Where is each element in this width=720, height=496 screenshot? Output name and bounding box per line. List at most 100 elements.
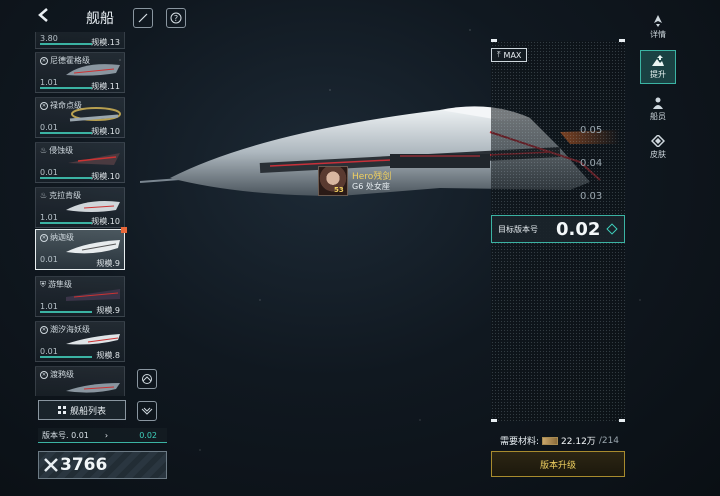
target-version-value: 0.02: [556, 218, 601, 240]
crew-icon: [653, 97, 663, 109]
ship-card[interactable]: ✕ 渡鸦级: [35, 366, 125, 396]
progress-bar: [40, 356, 92, 358]
ship-version: 0.01: [40, 168, 58, 177]
ship-thumbnail: [66, 334, 120, 345]
ship-card[interactable]: ♨ 侵蚀级 0.01 规模.10: [35, 142, 125, 183]
svg-text:?: ?: [174, 14, 178, 23]
flame-icon: ♨: [40, 191, 48, 200]
version-bar: 版本号. 0.01 › 0.02: [38, 428, 167, 443]
combat-power: 3766: [38, 451, 167, 479]
fleet-list-label: 舰船列表: [69, 406, 106, 417]
ship-thumbnail: [66, 383, 120, 393]
tab-upgrade[interactable]: 提升: [640, 50, 676, 84]
ship-scale: 规模.10: [91, 217, 120, 226]
ship-thumbnail: [68, 153, 120, 165]
materials-label: 需要材料:: [500, 437, 540, 447]
feather-icon: [138, 13, 148, 23]
scale-tick: 0.04: [580, 158, 603, 169]
materials-required: 需要材料: 22.12万 /214: [500, 434, 620, 448]
captain-subtitle: G6 处女座: [352, 182, 390, 191]
ship-card[interactable]: ✕ 潮汐海妖级 0.01 规模.8: [35, 321, 125, 362]
progress-bar: [40, 43, 92, 45]
tab-label: 皮肤: [650, 149, 666, 159]
tab-label: 提升: [650, 69, 666, 79]
current-version: 版本号. 0.01: [42, 430, 89, 440]
progress-bar: [40, 87, 92, 89]
tab-label: 船员: [650, 111, 666, 121]
max-label: MAX: [503, 50, 522, 60]
target-version-label: 目标版本号: [498, 224, 538, 234]
formation-button[interactable]: [137, 369, 157, 389]
tab-crew[interactable]: 船员: [640, 92, 676, 126]
panel-corner: [491, 419, 497, 422]
x-circle-icon: ✕: [40, 233, 48, 242]
ship-version: 0.01: [40, 347, 58, 356]
flame-icon: ♨: [40, 146, 48, 155]
crossed-swords-icon: [44, 458, 58, 472]
combat-power-value: 3766: [60, 455, 108, 475]
version-upgrade-button[interactable]: 版本升级: [491, 451, 625, 477]
captain-level: 53: [334, 186, 344, 194]
ship-thumbnail: [66, 240, 120, 254]
panel-corner: [491, 39, 497, 42]
ship-card[interactable]: ⛨ 游隼级 1.01 规模.9: [35, 276, 125, 317]
materials-need: /214: [598, 435, 620, 446]
x-circle-icon: ✕: [40, 370, 48, 379]
progress-bar: [40, 311, 92, 313]
next-version: 0.02: [139, 430, 157, 440]
ship-thumbnail: [69, 107, 121, 122]
x-circle-icon: ✕: [40, 101, 48, 110]
back-button[interactable]: [36, 7, 56, 27]
progress-bar: [40, 132, 92, 134]
progress-bar: [40, 222, 92, 224]
ship-skin-icon: [651, 134, 665, 147]
ship-scale: 规模.10: [91, 127, 120, 136]
ship-version: 0.01: [40, 123, 58, 132]
feather-button[interactable]: [133, 8, 153, 28]
ship-version: 1.01: [40, 78, 58, 87]
captain-portrait[interactable]: 53: [318, 166, 348, 196]
shield-icon: ⛨: [40, 279, 46, 289]
tab-skin[interactable]: 皮肤: [640, 130, 676, 164]
tab-label: 详情: [650, 29, 666, 39]
ship-thumbnail: [66, 289, 120, 301]
ship-card-selected[interactable]: ✕ 纳迦级 0.01 规模.9: [35, 227, 127, 270]
scale-tick: 0.05: [580, 125, 603, 136]
page-title: 舰船: [86, 11, 114, 27]
ship-card[interactable]: 3.80 规模.13: [35, 32, 125, 49]
fleet-list-button[interactable]: 舰船列表: [38, 400, 126, 420]
x-circle-icon: ✕: [40, 325, 48, 334]
x-circle-icon: ✕: [40, 56, 48, 65]
rocket-icon: [654, 14, 662, 27]
diamond-icon: [606, 223, 619, 235]
panel-corner: [619, 419, 625, 422]
tab-details[interactable]: 详情: [640, 10, 676, 44]
ship-version: 1.01: [40, 302, 58, 311]
material-icon: [542, 436, 559, 445]
materials-have: 22.12万: [561, 437, 596, 447]
progress-bar: [40, 177, 92, 179]
ship-card[interactable]: ✕ 禄命点级 0.01 规模.10: [35, 97, 125, 138]
ship-list[interactable]: 3.80 规模.13 ✕ 尼德霍格级 1.01 规模.11 ✕ 禄命点级 0.01 …: [35, 32, 127, 396]
pin-icon: ⤒: [497, 50, 501, 59]
ship-scale: 规模.10: [91, 172, 120, 181]
ship-scale: 规模.11: [91, 82, 120, 91]
formation-icon: [142, 374, 152, 384]
grid-icon: [57, 406, 66, 414]
panel-corner: [619, 39, 625, 42]
ship-thumbnail: [66, 201, 120, 212]
target-version-selector[interactable]: 目标版本号 0.02: [491, 215, 625, 243]
help-icon: ?: [170, 12, 182, 24]
max-button[interactable]: ⤒ MAX: [491, 48, 528, 62]
ship-version: 3.80: [40, 34, 58, 43]
ship-scale: 规模.13: [91, 38, 120, 47]
ship-scale: 规模.8: [96, 351, 120, 360]
ship-card[interactable]: ✕ 尼德霍格级 1.01 规模.11: [35, 52, 125, 93]
ship-thumbnail: [66, 64, 120, 76]
ship-card[interactable]: ♨ 克拉肯级 1.01 规模.10: [35, 187, 125, 228]
help-button[interactable]: ?: [166, 8, 186, 28]
ship-scale: 规模.9: [96, 306, 120, 315]
new-badge: [121, 227, 127, 233]
chevron-left-icon: [38, 8, 48, 22]
emblem-button[interactable]: [137, 401, 157, 421]
